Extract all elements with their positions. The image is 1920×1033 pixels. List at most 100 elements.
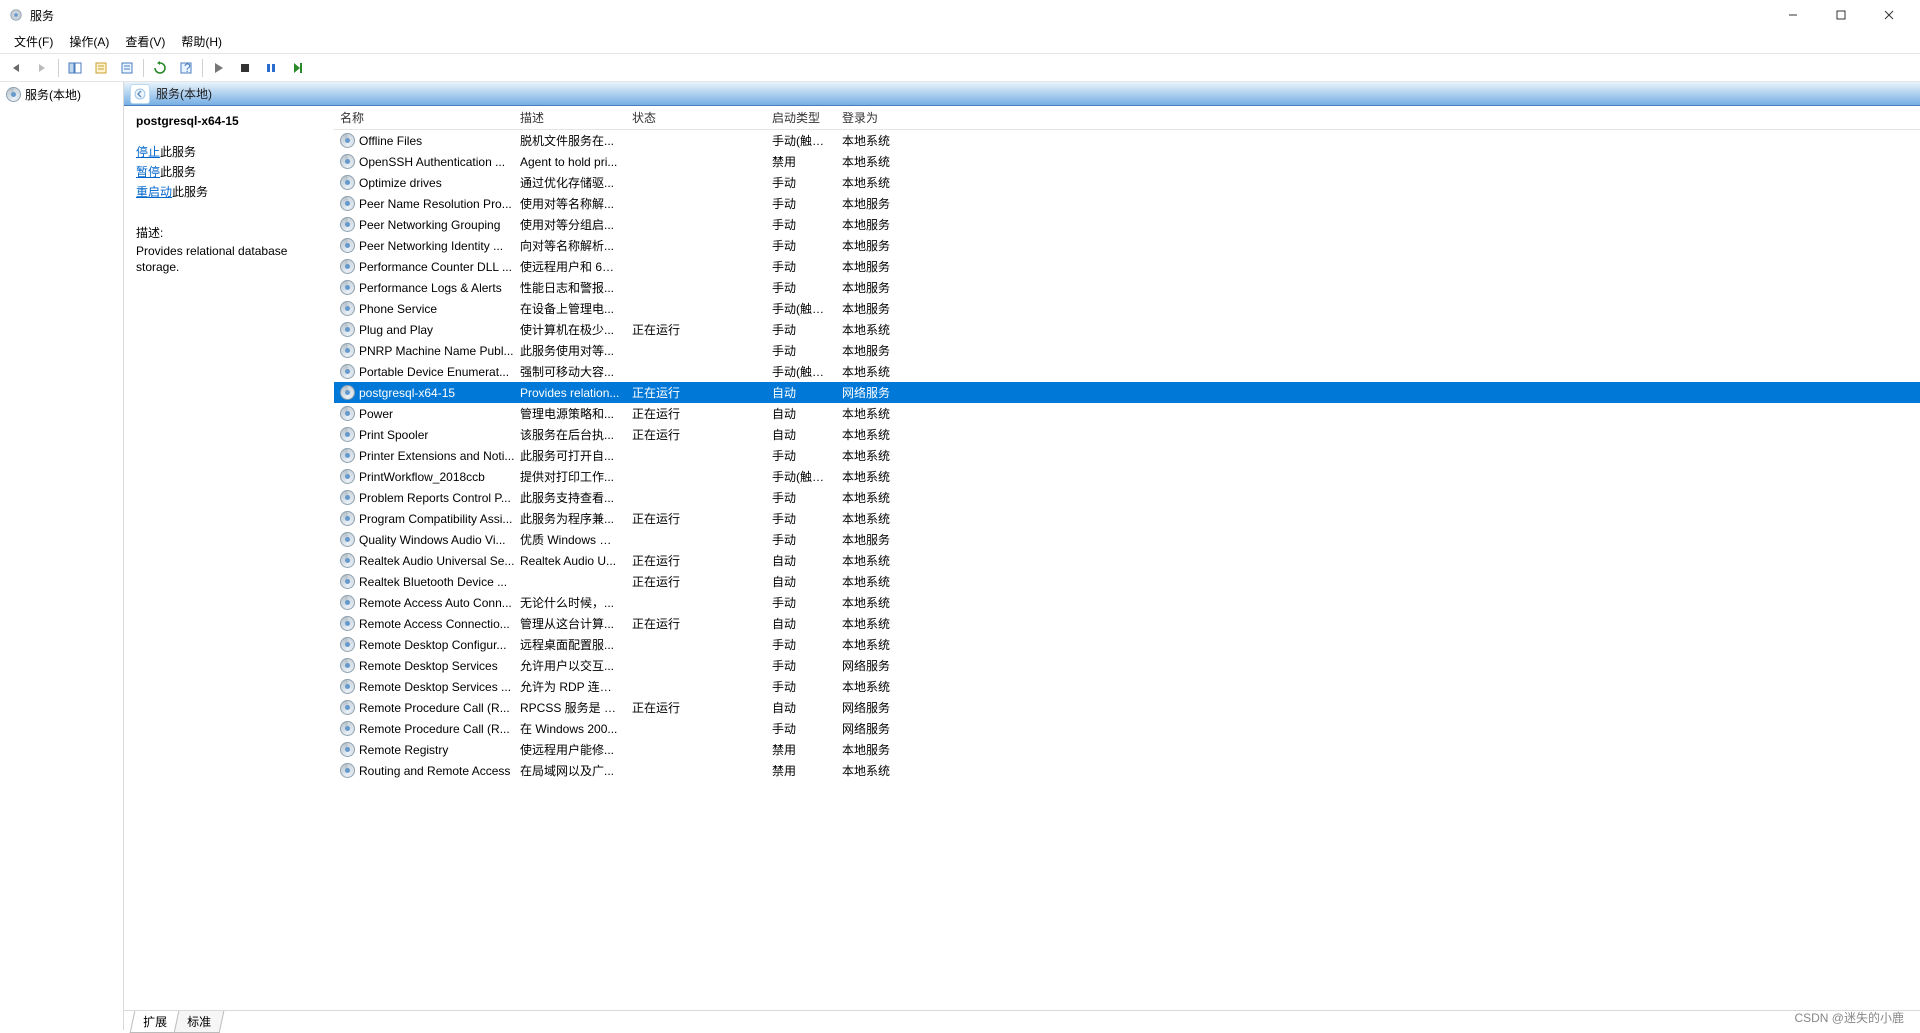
service-icon xyxy=(340,595,355,610)
service-name: Portable Device Enumerat... xyxy=(359,365,509,379)
service-start: 手动 xyxy=(766,174,836,191)
properties-button[interactable] xyxy=(89,56,113,80)
nav-back-button[interactable] xyxy=(4,56,28,80)
service-start: 禁用 xyxy=(766,762,836,779)
start-service-button[interactable] xyxy=(207,56,231,80)
close-button[interactable] xyxy=(1866,1,1912,29)
toolbar-sep xyxy=(143,59,144,77)
service-name: Remote Access Auto Conn... xyxy=(359,596,512,610)
service-logon: 本地系统 xyxy=(836,552,920,569)
pause-link[interactable]: 暂停 xyxy=(136,165,160,179)
toolbar-sep xyxy=(202,59,203,77)
service-row[interactable]: Phone Service在设备上管理电...手动(触发...本地服务 xyxy=(334,298,1920,319)
restart-service-button[interactable] xyxy=(285,56,309,80)
maximize-button[interactable] xyxy=(1818,1,1864,29)
service-name: PrintWorkflow_2018ccb xyxy=(359,470,485,484)
minimize-button[interactable] xyxy=(1770,1,1816,29)
restart-link[interactable]: 重启动 xyxy=(136,185,172,199)
service-desc: Realtek Audio U... xyxy=(514,554,626,568)
service-row[interactable]: Remote Procedure Call (R...在 Windows 200… xyxy=(334,718,1920,739)
service-row[interactable]: Optimize drives通过优化存储驱...手动本地系统 xyxy=(334,172,1920,193)
nav-forward-button[interactable] xyxy=(30,56,54,80)
service-row[interactable]: Problem Reports Control P...此服务支持查看...手动… xyxy=(334,487,1920,508)
service-row[interactable]: PrintWorkflow_2018ccb提供对打印工作...手动(触发...本… xyxy=(334,466,1920,487)
service-row[interactable]: Remote Access Connectio...管理从这台计算...正在运行… xyxy=(334,613,1920,634)
col-status[interactable]: 状态 xyxy=(626,109,766,126)
refresh-button[interactable] xyxy=(148,56,172,80)
stop-service-button[interactable] xyxy=(233,56,257,80)
help-button[interactable]: ? xyxy=(174,56,198,80)
menu-file[interactable]: 文件(F) xyxy=(6,31,61,52)
menu-help[interactable]: 帮助(H) xyxy=(173,31,230,52)
service-start: 自动 xyxy=(766,699,836,716)
service-row[interactable]: Remote Desktop Services允许用户以交互...手动网络服务 xyxy=(334,655,1920,676)
service-row[interactable]: PNRP Machine Name Publ...此服务使用对等...手动本地服… xyxy=(334,340,1920,361)
service-icon xyxy=(340,679,355,694)
col-start[interactable]: 启动类型 xyxy=(766,109,836,126)
stop-link[interactable]: 停止 xyxy=(136,145,160,159)
service-status: 正在运行 xyxy=(626,615,766,632)
tree-item-local[interactable]: 服务(本地) xyxy=(2,84,121,105)
service-start: 手动 xyxy=(766,342,836,359)
service-name: Program Compatibility Assi... xyxy=(359,512,512,526)
service-icon xyxy=(340,427,355,442)
back-icon[interactable] xyxy=(130,84,150,104)
col-name[interactable]: 名称 xyxy=(334,109,514,126)
export-list-button[interactable] xyxy=(115,56,139,80)
desc-text: Provides relational database storage. xyxy=(136,243,322,275)
hide-console-tree-button[interactable] xyxy=(63,56,87,80)
service-icon xyxy=(340,238,355,253)
service-row[interactable]: Portable Device Enumerat...强制可移动大容...手动(… xyxy=(334,361,1920,382)
service-row[interactable]: Realtek Audio Universal Se...Realtek Aud… xyxy=(334,550,1920,571)
service-icon xyxy=(340,154,355,169)
service-start: 手动 xyxy=(766,531,836,548)
pause-service-button[interactable] xyxy=(259,56,283,80)
service-row[interactable]: Remote Desktop Services ...允许为 RDP 连接...… xyxy=(334,676,1920,697)
service-row[interactable]: Peer Name Resolution Pro...使用对等名称解...手动本… xyxy=(334,193,1920,214)
menu-view[interactable]: 查看(V) xyxy=(117,31,173,52)
service-start: 手动 xyxy=(766,657,836,674)
service-row[interactable]: Power管理电源策略和...正在运行自动本地系统 xyxy=(334,403,1920,424)
service-row[interactable]: Realtek Bluetooth Device ...正在运行自动本地系统 xyxy=(334,571,1920,592)
service-icon xyxy=(340,742,355,757)
service-row[interactable]: Printer Extensions and Noti...此服务可打开自...… xyxy=(334,445,1920,466)
service-icon xyxy=(340,364,355,379)
service-status: 正在运行 xyxy=(626,405,766,422)
service-row[interactable]: Quality Windows Audio Vi...优质 Windows 音.… xyxy=(334,529,1920,550)
service-desc: 使远程用户和 64 ... xyxy=(514,258,626,275)
service-name: Printer Extensions and Noti... xyxy=(359,449,514,463)
service-row[interactable]: Performance Counter DLL ...使远程用户和 64 ...… xyxy=(334,256,1920,277)
service-row[interactable]: Plug and Play使计算机在极少...正在运行手动本地系统 xyxy=(334,319,1920,340)
service-status: 正在运行 xyxy=(626,384,766,401)
service-name: Realtek Bluetooth Device ... xyxy=(359,575,507,589)
service-row[interactable]: Remote Registry使远程用户能修...禁用本地服务 xyxy=(334,739,1920,760)
service-icon xyxy=(340,616,355,631)
service-desc: 允许用户以交互... xyxy=(514,657,626,674)
service-row[interactable]: Offline Files脱机文件服务在...手动(触发...本地系统 xyxy=(334,130,1920,151)
service-row[interactable]: Peer Networking Grouping使用对等分组启...手动本地服务 xyxy=(334,214,1920,235)
service-name: Realtek Audio Universal Se... xyxy=(359,554,514,568)
service-row[interactable]: Performance Logs & Alerts性能日志和警报...手动本地服… xyxy=(334,277,1920,298)
service-logon: 本地系统 xyxy=(836,321,920,338)
service-desc: 使远程用户能修... xyxy=(514,741,626,758)
service-start: 手动 xyxy=(766,216,836,233)
service-logon: 本地系统 xyxy=(836,489,920,506)
service-row[interactable]: Routing and Remote Access在局域网以及广...禁用本地系… xyxy=(334,760,1920,781)
service-desc: 远程桌面配置服... xyxy=(514,636,626,653)
service-icon xyxy=(340,217,355,232)
service-row[interactable]: Print Spooler该服务在后台执...正在运行自动本地系统 xyxy=(334,424,1920,445)
service-row[interactable]: OpenSSH Authentication ...Agent to hold … xyxy=(334,151,1920,172)
service-row[interactable]: Program Compatibility Assi...此服务为程序兼...正… xyxy=(334,508,1920,529)
service-row[interactable]: Remote Access Auto Conn...无论什么时候，...手动本地… xyxy=(334,592,1920,613)
service-start: 手动 xyxy=(766,237,836,254)
service-name: Remote Registry xyxy=(359,743,448,757)
col-logon[interactable]: 登录为 xyxy=(836,109,920,126)
service-logon: 本地系统 xyxy=(836,447,920,464)
service-row[interactable]: Remote Desktop Configur...远程桌面配置服...手动本地… xyxy=(334,634,1920,655)
service-row[interactable]: Remote Procedure Call (R...RPCSS 服务是 C..… xyxy=(334,697,1920,718)
menu-action[interactable]: 操作(A) xyxy=(61,31,117,52)
service-row[interactable]: postgresql-x64-15Provides relation...正在运… xyxy=(334,382,1920,403)
service-start: 手动 xyxy=(766,279,836,296)
service-row[interactable]: Peer Networking Identity ...向对等名称解析...手动… xyxy=(334,235,1920,256)
col-desc[interactable]: 描述 xyxy=(514,109,626,126)
